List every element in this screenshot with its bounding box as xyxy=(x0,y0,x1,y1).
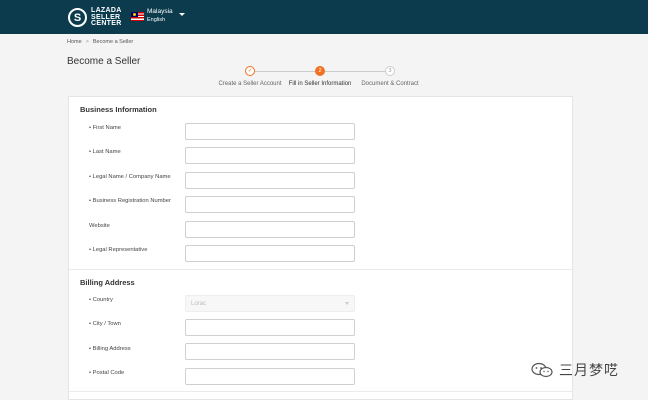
malaysia-flag-icon xyxy=(131,11,144,21)
breadcrumb-home-link[interactable]: Home xyxy=(67,39,82,45)
billing-address-title: Billing Address xyxy=(80,278,135,287)
section-divider xyxy=(69,269,572,270)
top-header-bar: S LAZADA SELLER CENTER Malaysia English xyxy=(0,0,648,34)
section-divider xyxy=(69,391,572,392)
step-2-label: Fill in Seller Information xyxy=(288,81,352,87)
country-label: • Country xyxy=(89,297,113,303)
step-1-label: Create a Seller Account xyxy=(218,81,282,87)
billing-address-label: • Billing Address xyxy=(89,346,131,352)
logo-wordmark: LAZADA SELLER CENTER xyxy=(91,7,122,27)
business-info-title: Business Information xyxy=(80,105,157,114)
business-registration-label: • Business Registration Number xyxy=(89,198,171,204)
country-select[interactable]: Lorac xyxy=(185,295,355,312)
region-language: English xyxy=(147,17,166,23)
watermark: 三月梦呓 xyxy=(531,360,619,380)
legal-representative-label: • Legal Representative xyxy=(89,247,148,253)
business-registration-input[interactable] xyxy=(185,196,355,213)
step-3-label: Document & Contract xyxy=(361,81,419,87)
first-name-label: • First Name xyxy=(89,125,121,131)
step-1-check-icon: ✓ xyxy=(245,66,255,76)
breadcrumb: Home > Become a Seller xyxy=(67,39,133,45)
legal-name-input[interactable] xyxy=(185,172,355,189)
region-selector[interactable]: Malaysia English xyxy=(131,8,185,24)
seller-info-form: Business Information • First Name • Last… xyxy=(68,96,573,400)
step-connector xyxy=(255,71,315,72)
website-input[interactable] xyxy=(185,221,355,238)
legal-representative-input[interactable] xyxy=(185,245,355,262)
step-connector xyxy=(325,71,385,72)
country-select-value: Lorac xyxy=(191,300,207,307)
chevron-down-icon xyxy=(178,12,185,16)
lazada-logo[interactable]: S LAZADA SELLER CENTER xyxy=(68,7,122,28)
chevron-down-icon xyxy=(345,302,349,305)
region-country: Malaysia xyxy=(147,8,173,15)
step-2-indicator: 2 xyxy=(315,66,325,76)
last-name-label: • Last Name xyxy=(89,149,121,155)
last-name-input[interactable] xyxy=(185,147,355,164)
website-label: Website xyxy=(89,223,110,229)
postal-code-input[interactable] xyxy=(185,368,355,385)
legal-name-label: • Legal Name / Company Name xyxy=(89,174,171,180)
step-3-indicator: 3 xyxy=(385,66,395,76)
first-name-input[interactable] xyxy=(185,123,355,140)
wechat-icon xyxy=(531,362,553,378)
city-town-label: • City / Town xyxy=(89,321,121,327)
postal-code-label: • Postal Code xyxy=(89,370,125,376)
logo-mark-icon: S xyxy=(68,8,87,28)
watermark-text: 三月梦呓 xyxy=(559,362,619,378)
breadcrumb-separator: > xyxy=(85,39,89,45)
city-town-input[interactable] xyxy=(185,319,355,336)
breadcrumb-current: Become a Seller xyxy=(92,39,134,45)
progress-stepper: ✓ 2 3 Create a Seller Account Fill in Se… xyxy=(215,66,425,90)
page-title: Become a Seller xyxy=(67,56,141,67)
billing-address-input[interactable] xyxy=(185,343,355,360)
